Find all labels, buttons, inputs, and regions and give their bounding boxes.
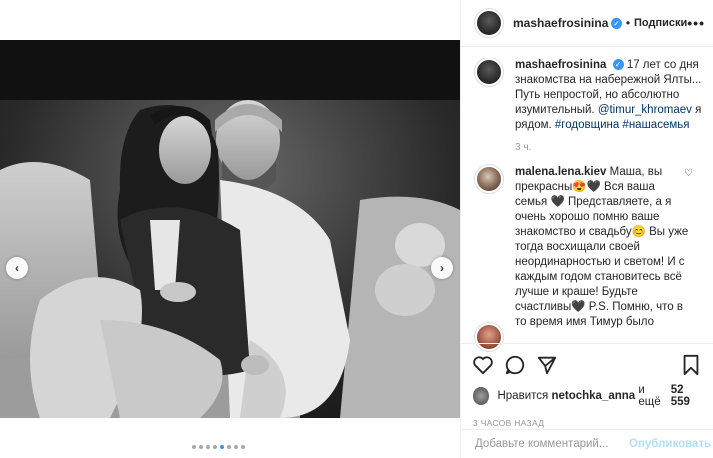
heart-icon bbox=[473, 356, 493, 375]
like-comment-icon[interactable]: ♡ bbox=[684, 168, 693, 179]
carousel-dot-active bbox=[220, 445, 224, 449]
comments-list[interactable]: mashaefrosinina ✓ 17 лет со дня знакомст… bbox=[461, 58, 713, 341]
carousel-dot bbox=[241, 445, 245, 449]
carousel-dot bbox=[234, 445, 238, 449]
chevron-left-icon: ‹ bbox=[15, 261, 19, 275]
caption: mashaefrosinina ✓ 17 лет со дня знакомст… bbox=[475, 58, 703, 155]
carousel-dot bbox=[199, 445, 203, 449]
likes-count[interactable]: 52 559 bbox=[671, 384, 703, 408]
comment-username[interactable]: malena.lena.kiev bbox=[515, 166, 606, 178]
post-photo[interactable]: ‹ › bbox=[0, 40, 460, 418]
likes-prefix: Нравится bbox=[497, 390, 549, 402]
carousel-dot bbox=[213, 445, 217, 449]
caption-time[interactable]: 3 ч. bbox=[515, 140, 703, 155]
comment-button[interactable] bbox=[503, 353, 527, 377]
comment-icon bbox=[505, 355, 525, 375]
carousel-dot bbox=[227, 445, 231, 449]
header-separator: • bbox=[625, 16, 631, 30]
post-media: ‹ › bbox=[0, 0, 460, 458]
following-button[interactable]: Подписки bbox=[634, 17, 687, 29]
carousel-dot bbox=[192, 445, 196, 449]
chevron-right-icon: › bbox=[440, 261, 444, 275]
carousel-prev-button[interactable]: ‹ bbox=[6, 257, 28, 279]
carousel-next-button[interactable]: › bbox=[431, 257, 453, 279]
post-actions: Нравится netochka_anna и ещё 52 559 3 ЧА… bbox=[461, 343, 713, 429]
caption-body: mashaefrosinina ✓ 17 лет со дня знакомст… bbox=[515, 58, 703, 155]
comment-text: Маша, вы прекрасны😍🖤 Вся ваша семья 🖤 Пр… bbox=[515, 166, 689, 328]
bookmark-icon bbox=[683, 354, 699, 376]
share-icon bbox=[537, 356, 557, 375]
publish-button[interactable]: Опубликовать bbox=[629, 438, 711, 450]
caption-avatar[interactable] bbox=[475, 58, 503, 86]
action-icons-row bbox=[471, 350, 703, 380]
post-timestamp[interactable]: 3 ЧАСОВ НАЗАД bbox=[473, 418, 703, 428]
verified-badge-icon: ✓ bbox=[612, 59, 624, 71]
liker-avatar[interactable] bbox=[473, 387, 490, 405]
like-button[interactable] bbox=[471, 353, 495, 377]
verified-badge-icon: ✓ bbox=[611, 17, 622, 29]
likes-summary: Нравится netochka_anna и ещё 52 559 bbox=[473, 384, 703, 408]
post-header: mashaefrosinina ✓ • Подписки ••• bbox=[461, 0, 713, 47]
carousel-indicator bbox=[192, 445, 245, 449]
comment-item: malena.lena.kiev Маша, вы прекрасны😍🖤 Вс… bbox=[475, 165, 703, 330]
carousel-dot bbox=[206, 445, 210, 449]
more-options-icon[interactable]: ••• bbox=[687, 15, 705, 31]
caption-username[interactable]: mashaefrosinina bbox=[515, 59, 606, 71]
author-username[interactable]: mashaefrosinina bbox=[513, 16, 608, 30]
comment-body: malena.lena.kiev Маша, вы прекрасны😍🖤 Вс… bbox=[515, 165, 703, 330]
add-comment-bar: Опубликовать bbox=[461, 429, 713, 458]
likes-conjunction: и ещё bbox=[638, 384, 661, 408]
commenter-avatar[interactable] bbox=[475, 165, 503, 193]
author-avatar[interactable] bbox=[475, 9, 503, 37]
share-button[interactable] bbox=[535, 353, 559, 377]
caption-hashtags[interactable]: #годовщина #нашасемья bbox=[555, 119, 690, 131]
couple-photo-image bbox=[0, 40, 460, 418]
caption-mention-link[interactable]: @timur_khromaev bbox=[598, 104, 692, 116]
save-button[interactable] bbox=[679, 353, 703, 377]
post-side-panel: mashaefrosinina ✓ • Подписки ••• mashaef… bbox=[460, 0, 713, 458]
liker-username[interactable]: netochka_anna bbox=[551, 390, 635, 402]
comment-input[interactable] bbox=[475, 438, 629, 450]
